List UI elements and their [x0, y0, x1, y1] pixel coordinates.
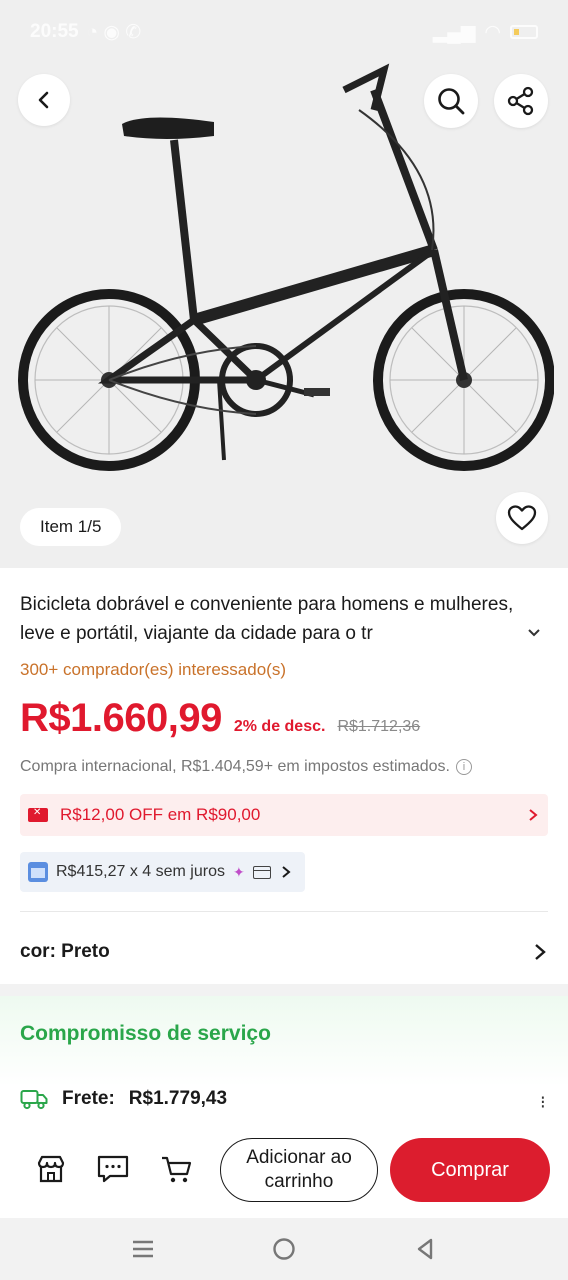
signal-icon: ▂▄▆ — [432, 21, 476, 43]
cart-button[interactable] — [160, 1152, 194, 1186]
notification-icons: ◔ ◉ ✆ — [86, 21, 142, 43]
home-button[interactable] — [267, 1232, 301, 1266]
product-title[interactable]: Bicicleta dobrável e conveniente para ho… — [20, 590, 540, 648]
status-time: 20:55 — [30, 21, 79, 42]
installment-label: R$415,27 x 4 sem juros — [56, 863, 225, 880]
recent-apps-button[interactable] — [126, 1232, 160, 1266]
back-triangle-icon — [417, 1238, 433, 1260]
store-icon — [37, 1155, 65, 1183]
credit-card-icon — [252, 865, 271, 879]
installment-chip[interactable]: R$415,27 x 4 sem juros ✦ — [20, 852, 305, 892]
share-icon — [507, 86, 534, 116]
color-selector[interactable]: cor: Preto — [20, 932, 548, 972]
chat-button[interactable] — [96, 1152, 130, 1186]
chevron-right-icon — [535, 944, 546, 960]
coupon-banner[interactable]: R$12,00 OFF em R$90,00 — [20, 794, 548, 836]
shipping-value: R$1.779,43 — [128, 1088, 228, 1109]
current-price: R$1.660,99 — [20, 696, 222, 740]
store-button[interactable] — [34, 1152, 68, 1186]
wifi-icon: ◠ — [485, 21, 500, 43]
discount-badge: 2% de desc. — [233, 718, 326, 735]
section-separator — [0, 984, 568, 996]
heart-icon — [507, 505, 537, 531]
search-button[interactable] — [424, 74, 478, 128]
menu-icon — [133, 1240, 153, 1258]
bottom-action-bar: Adicionar ao carrinho Comprar — [0, 1126, 568, 1218]
service-title: Compromisso de serviço — [20, 1022, 271, 1045]
buy-now-button[interactable]: Comprar — [390, 1138, 550, 1202]
status-bar: 20:55 ◔ ◉ ✆ ▂▄▆ ◠ — [0, 0, 568, 64]
service-commitment-section: Compromisso de serviço Frete: R$1.779,43… — [0, 996, 568, 1138]
coupon-icon — [28, 807, 48, 822]
product-image-gallery[interactable]: Item 1/5 — [0, 0, 568, 568]
expand-title-chevron-icon[interactable] — [526, 624, 542, 640]
cart-icon — [162, 1156, 192, 1183]
battery-icon — [510, 25, 538, 39]
shipping-label: Frete: — [62, 1088, 115, 1109]
back-nav-button[interactable] — [408, 1232, 442, 1266]
truck-icon — [20, 1090, 48, 1110]
system-navigation-bar — [0, 1218, 568, 1280]
tax-note: Compra internacional, R$1.404,59+ em imp… — [20, 758, 450, 775]
coupon-label: R$12,00 OFF em R$90,00 — [60, 805, 261, 824]
tax-note-row[interactable]: Compra internacional, R$1.404,59+ em imp… — [20, 758, 472, 776]
product-page: Item 1/5 20:55 ◔ ◉ ✆ ▂▄▆ ◠ Bicicleta dob… — [0, 0, 568, 1280]
info-icon[interactable]: i — [456, 759, 472, 775]
original-price: R$1.712,36 — [337, 718, 421, 735]
payment-method-icon: ✦ — [232, 863, 245, 880]
more-icon[interactable]: ⁝ — [540, 1092, 546, 1113]
chat-icon — [97, 1155, 129, 1183]
interest-count: 300+ comprador(es) interessado(s) — [20, 660, 286, 679]
add-to-cart-button[interactable]: Adicionar ao carrinho — [220, 1138, 378, 1202]
search-icon — [438, 88, 465, 115]
calendar-icon — [28, 862, 48, 882]
favorite-button[interactable] — [496, 492, 548, 544]
image-counter: Item 1/5 — [20, 508, 122, 546]
chevron-right-icon — [529, 809, 538, 821]
share-button[interactable] — [494, 74, 548, 128]
back-button[interactable] — [18, 74, 70, 126]
price-row: R$1.660,99 2% de desc. R$1.712,36 — [20, 696, 420, 741]
chevron-right-icon — [282, 866, 291, 878]
home-circle-icon — [273, 1238, 295, 1260]
divider — [20, 911, 548, 912]
color-label: cor: Preto — [20, 941, 110, 962]
back-arrow-icon — [38, 91, 49, 109]
shipping-row[interactable]: Frete: R$1.779,43 — [20, 1088, 227, 1110]
